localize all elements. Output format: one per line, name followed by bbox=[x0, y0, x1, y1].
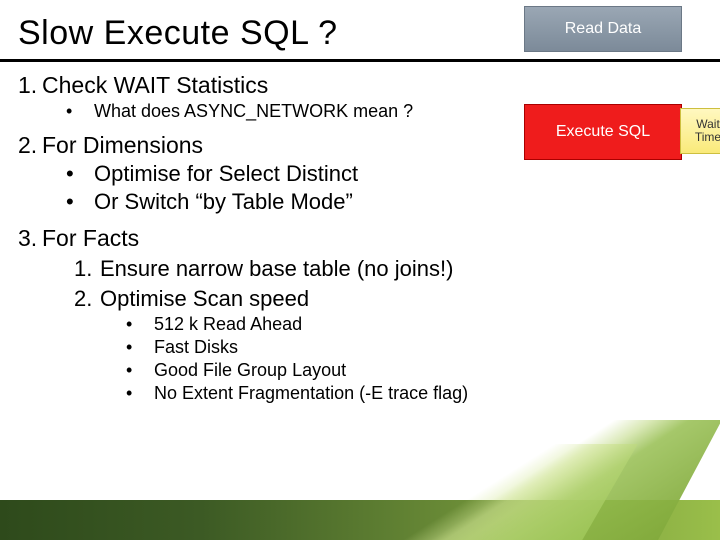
bullet: • bbox=[66, 101, 94, 122]
bullet: • bbox=[126, 383, 154, 404]
num: 3. bbox=[18, 225, 42, 252]
point-3-sub-2-1: •512 k Read Ahead bbox=[126, 314, 720, 335]
slide: { "title": "Slow Execute SQL ?", "boxes"… bbox=[0, 0, 720, 540]
text: Good File Group Layout bbox=[154, 360, 346, 380]
execute-sql-label: Execute SQL bbox=[556, 123, 650, 141]
num: 2. bbox=[74, 286, 100, 312]
text: No Extent Fragmentation (-E trace flag) bbox=[154, 383, 468, 403]
point-3-sub-1: 1.Ensure narrow base table (no joins!) bbox=[74, 256, 720, 282]
text: Check WAIT Statistics bbox=[42, 72, 268, 98]
text: Optimise Scan speed bbox=[100, 286, 309, 311]
point-3-sub-2-2: •Fast Disks bbox=[126, 337, 720, 358]
text: Optimise for Select Distinct bbox=[94, 161, 358, 186]
point-3-sub-2-4: •No Extent Fragmentation (-E trace flag) bbox=[126, 383, 720, 404]
text: Fast Disks bbox=[154, 337, 238, 357]
bullet: • bbox=[126, 314, 154, 335]
footer-graphic bbox=[0, 500, 720, 540]
point-3: 3.For Facts bbox=[18, 225, 720, 252]
text: For Dimensions bbox=[42, 132, 203, 158]
bullet: • bbox=[126, 337, 154, 358]
point-1: 1.Check WAIT Statistics bbox=[18, 72, 720, 99]
read-data-box: Read Data bbox=[524, 6, 682, 52]
wait-time-box: Wait Time bbox=[680, 108, 720, 154]
point-2-sub-1: •Optimise for Select Distinct bbox=[66, 161, 720, 187]
num: 1. bbox=[74, 256, 100, 282]
point-3-sub-2-3: •Good File Group Layout bbox=[126, 360, 720, 381]
bullet: • bbox=[66, 161, 94, 187]
text: For Facts bbox=[42, 225, 139, 251]
wait-label-2: Time bbox=[695, 131, 720, 144]
point-2-sub-2: •Or Switch “by Table Mode” bbox=[66, 189, 720, 215]
bullet: • bbox=[126, 360, 154, 381]
text: Ensure narrow base table (no joins!) bbox=[100, 256, 453, 281]
text: Or Switch “by Table Mode” bbox=[94, 189, 353, 214]
num: 1. bbox=[18, 72, 42, 99]
text: What does ASYNC_NETWORK mean ? bbox=[94, 101, 413, 121]
text: 512 k Read Ahead bbox=[154, 314, 302, 334]
bullet: • bbox=[66, 189, 94, 215]
point-3-sub-2: 2.Optimise Scan speed bbox=[74, 286, 720, 312]
execute-sql-box: Execute SQL bbox=[524, 104, 682, 160]
num: 2. bbox=[18, 132, 42, 159]
read-data-label: Read Data bbox=[565, 20, 642, 38]
